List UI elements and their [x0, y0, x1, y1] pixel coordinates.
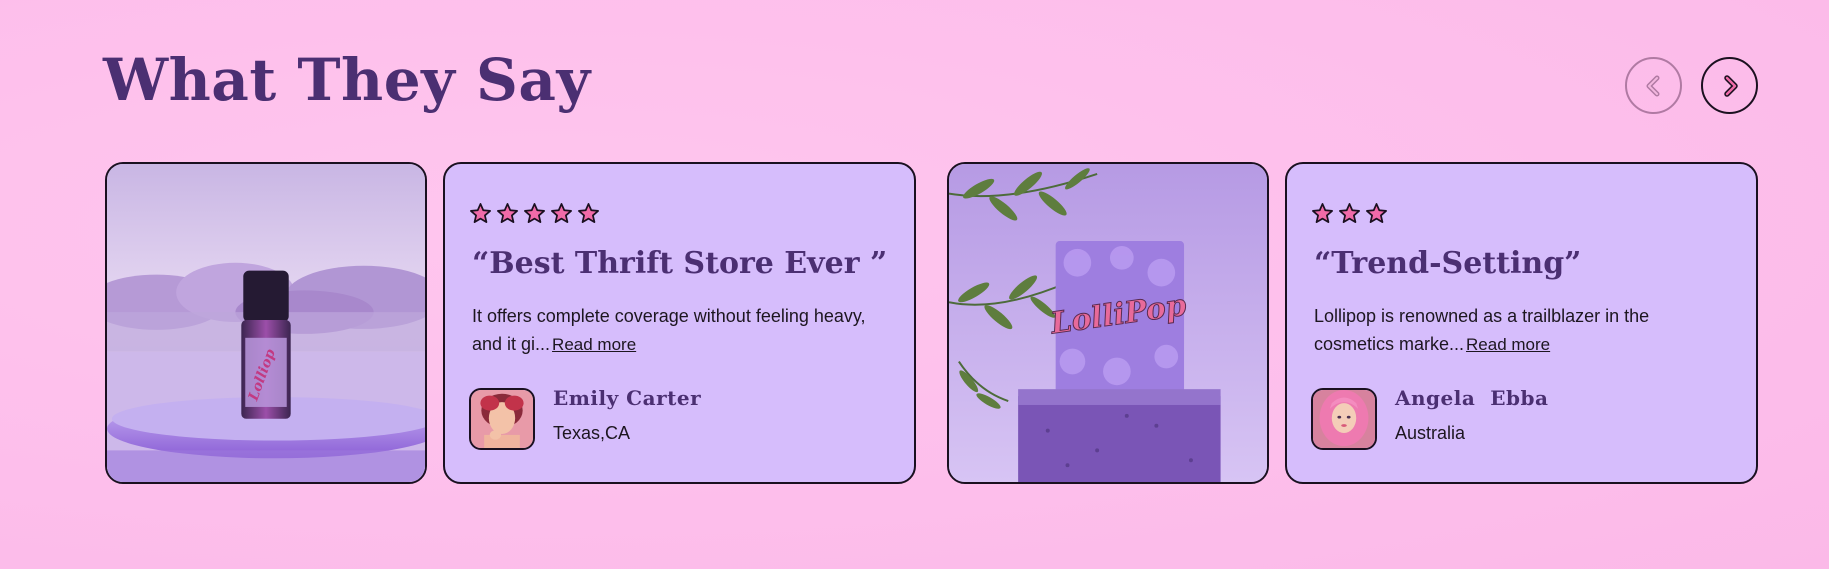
star-icon — [551, 203, 572, 223]
star-icon — [1366, 203, 1387, 223]
review-text: It offers complete coverage without feel… — [472, 302, 872, 359]
product-image-card-1: Lolliop — [105, 162, 427, 484]
rating-stars — [469, 202, 600, 225]
star-icon — [578, 203, 599, 223]
star-icon — [470, 203, 491, 223]
star-icon — [1339, 203, 1360, 223]
review-text: Lollipop is renowned as a trailblazer in… — [1314, 302, 1714, 359]
reviewer-name: Angela Ebba — [1395, 386, 1549, 410]
review-title: “Trend-Setting” — [1314, 246, 1582, 281]
read-more-link[interactable]: Read more — [552, 335, 636, 354]
star-icon — [524, 203, 545, 223]
star-icon — [1312, 203, 1333, 223]
next-button[interactable] — [1701, 57, 1758, 114]
reviewer-location: Australia — [1395, 423, 1466, 443]
product-image-card-2: LolliPop — [947, 162, 1269, 484]
review-excerpt: It offers complete coverage without feel… — [472, 306, 866, 354]
review-card-2: “Trend-Setting” Lollipop is renowned as … — [1285, 162, 1758, 484]
prev-button[interactable] — [1625, 57, 1682, 114]
review-title: “Best Thrift Store Ever ” — [472, 246, 888, 281]
review-card-1: “Best Thrift Store Ever ” It offers comp… — [443, 162, 916, 484]
reviewer-name: Emily Carter — [553, 386, 702, 410]
rating-stars — [1311, 202, 1388, 225]
read-more-link[interactable]: Read more — [1466, 335, 1550, 354]
avatar — [1311, 388, 1377, 450]
reviewer-photo-icon — [1313, 390, 1375, 448]
reviewer-location: Texas,CA — [553, 423, 631, 443]
perfume-bottle-product-image: Lolliop — [107, 164, 425, 482]
section-title: What They Say — [103, 46, 591, 114]
chevron-right-icon — [1723, 74, 1738, 97]
avatar — [469, 388, 535, 450]
reviewer-photo-icon — [471, 390, 533, 448]
chevron-left-icon — [1646, 75, 1659, 96]
lollipop-packaging-product-image: LolliPop — [949, 164, 1267, 482]
star-icon — [497, 203, 518, 223]
